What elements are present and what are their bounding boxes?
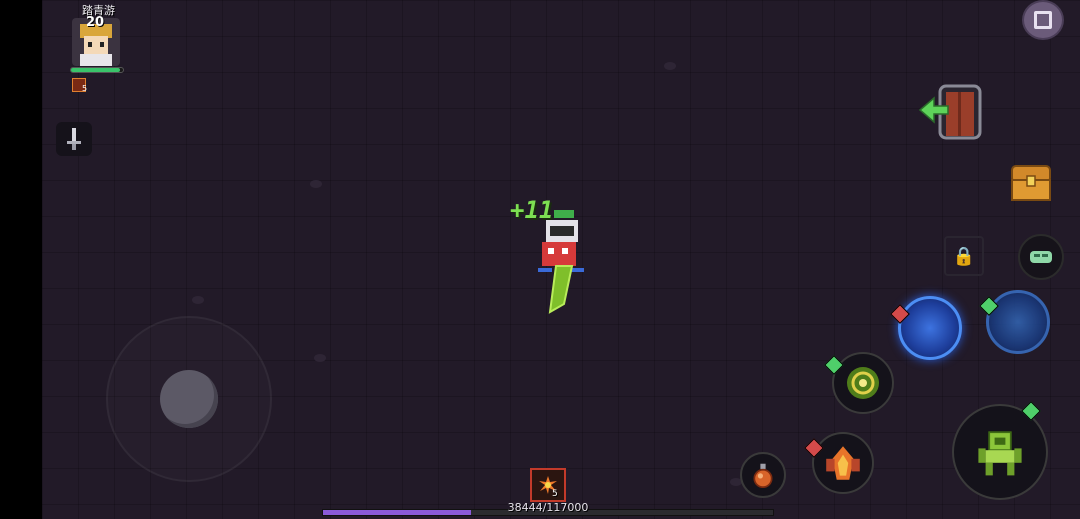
- exit-door-icon[interactable]: [918, 84, 984, 140]
- sword-icon: [67, 128, 81, 150]
- skill-blue-rune-1[interactable]: [898, 296, 962, 360]
- locked-slot: 🔒: [944, 236, 984, 276]
- item-count: 5: [552, 489, 558, 499]
- potion-icon: [753, 463, 773, 488]
- player-hp-bar: [70, 67, 124, 73]
- fire-skill-button[interactable]: [812, 432, 874, 494]
- floor-pebble: [664, 62, 676, 70]
- buff-count: 5: [82, 84, 88, 93]
- xp-text: 38444/117000: [507, 501, 589, 514]
- player-hp-fill: [71, 68, 121, 72]
- treasure-chest-icon[interactable]: [1010, 160, 1052, 204]
- swap-weapon-button[interactable]: [1018, 234, 1064, 280]
- consumable-item-slot[interactable]: [530, 468, 566, 502]
- weapon-slot[interactable]: [56, 122, 92, 156]
- player-portrait-panel: 踏青游 20 5: [66, 0, 128, 100]
- movement-joystick-knob[interactable]: [160, 370, 218, 428]
- player-level: 20: [86, 15, 105, 30]
- mech-skill-icon: [978, 431, 1022, 476]
- lock-icon: 🔒: [952, 245, 976, 267]
- menu-button[interactable]: [1022, 0, 1064, 40]
- swap-weapon-icon: [1030, 251, 1052, 263]
- floor-pebble: [314, 354, 326, 362]
- floor-pebble: [310, 180, 322, 188]
- vortex-skill-icon: [847, 367, 879, 399]
- vortex-skill-button[interactable]: [832, 352, 894, 414]
- floor-pebble: [192, 296, 204, 304]
- letterbox: [0, 0, 42, 519]
- skill-blue-rune-2[interactable]: [986, 290, 1050, 354]
- menu-grid-icon: [1034, 11, 1052, 29]
- main-skill-button[interactable]: [952, 404, 1048, 500]
- potion-button[interactable]: [740, 452, 786, 498]
- fire-skill-icon: [826, 446, 860, 480]
- player-character: [538, 210, 584, 314]
